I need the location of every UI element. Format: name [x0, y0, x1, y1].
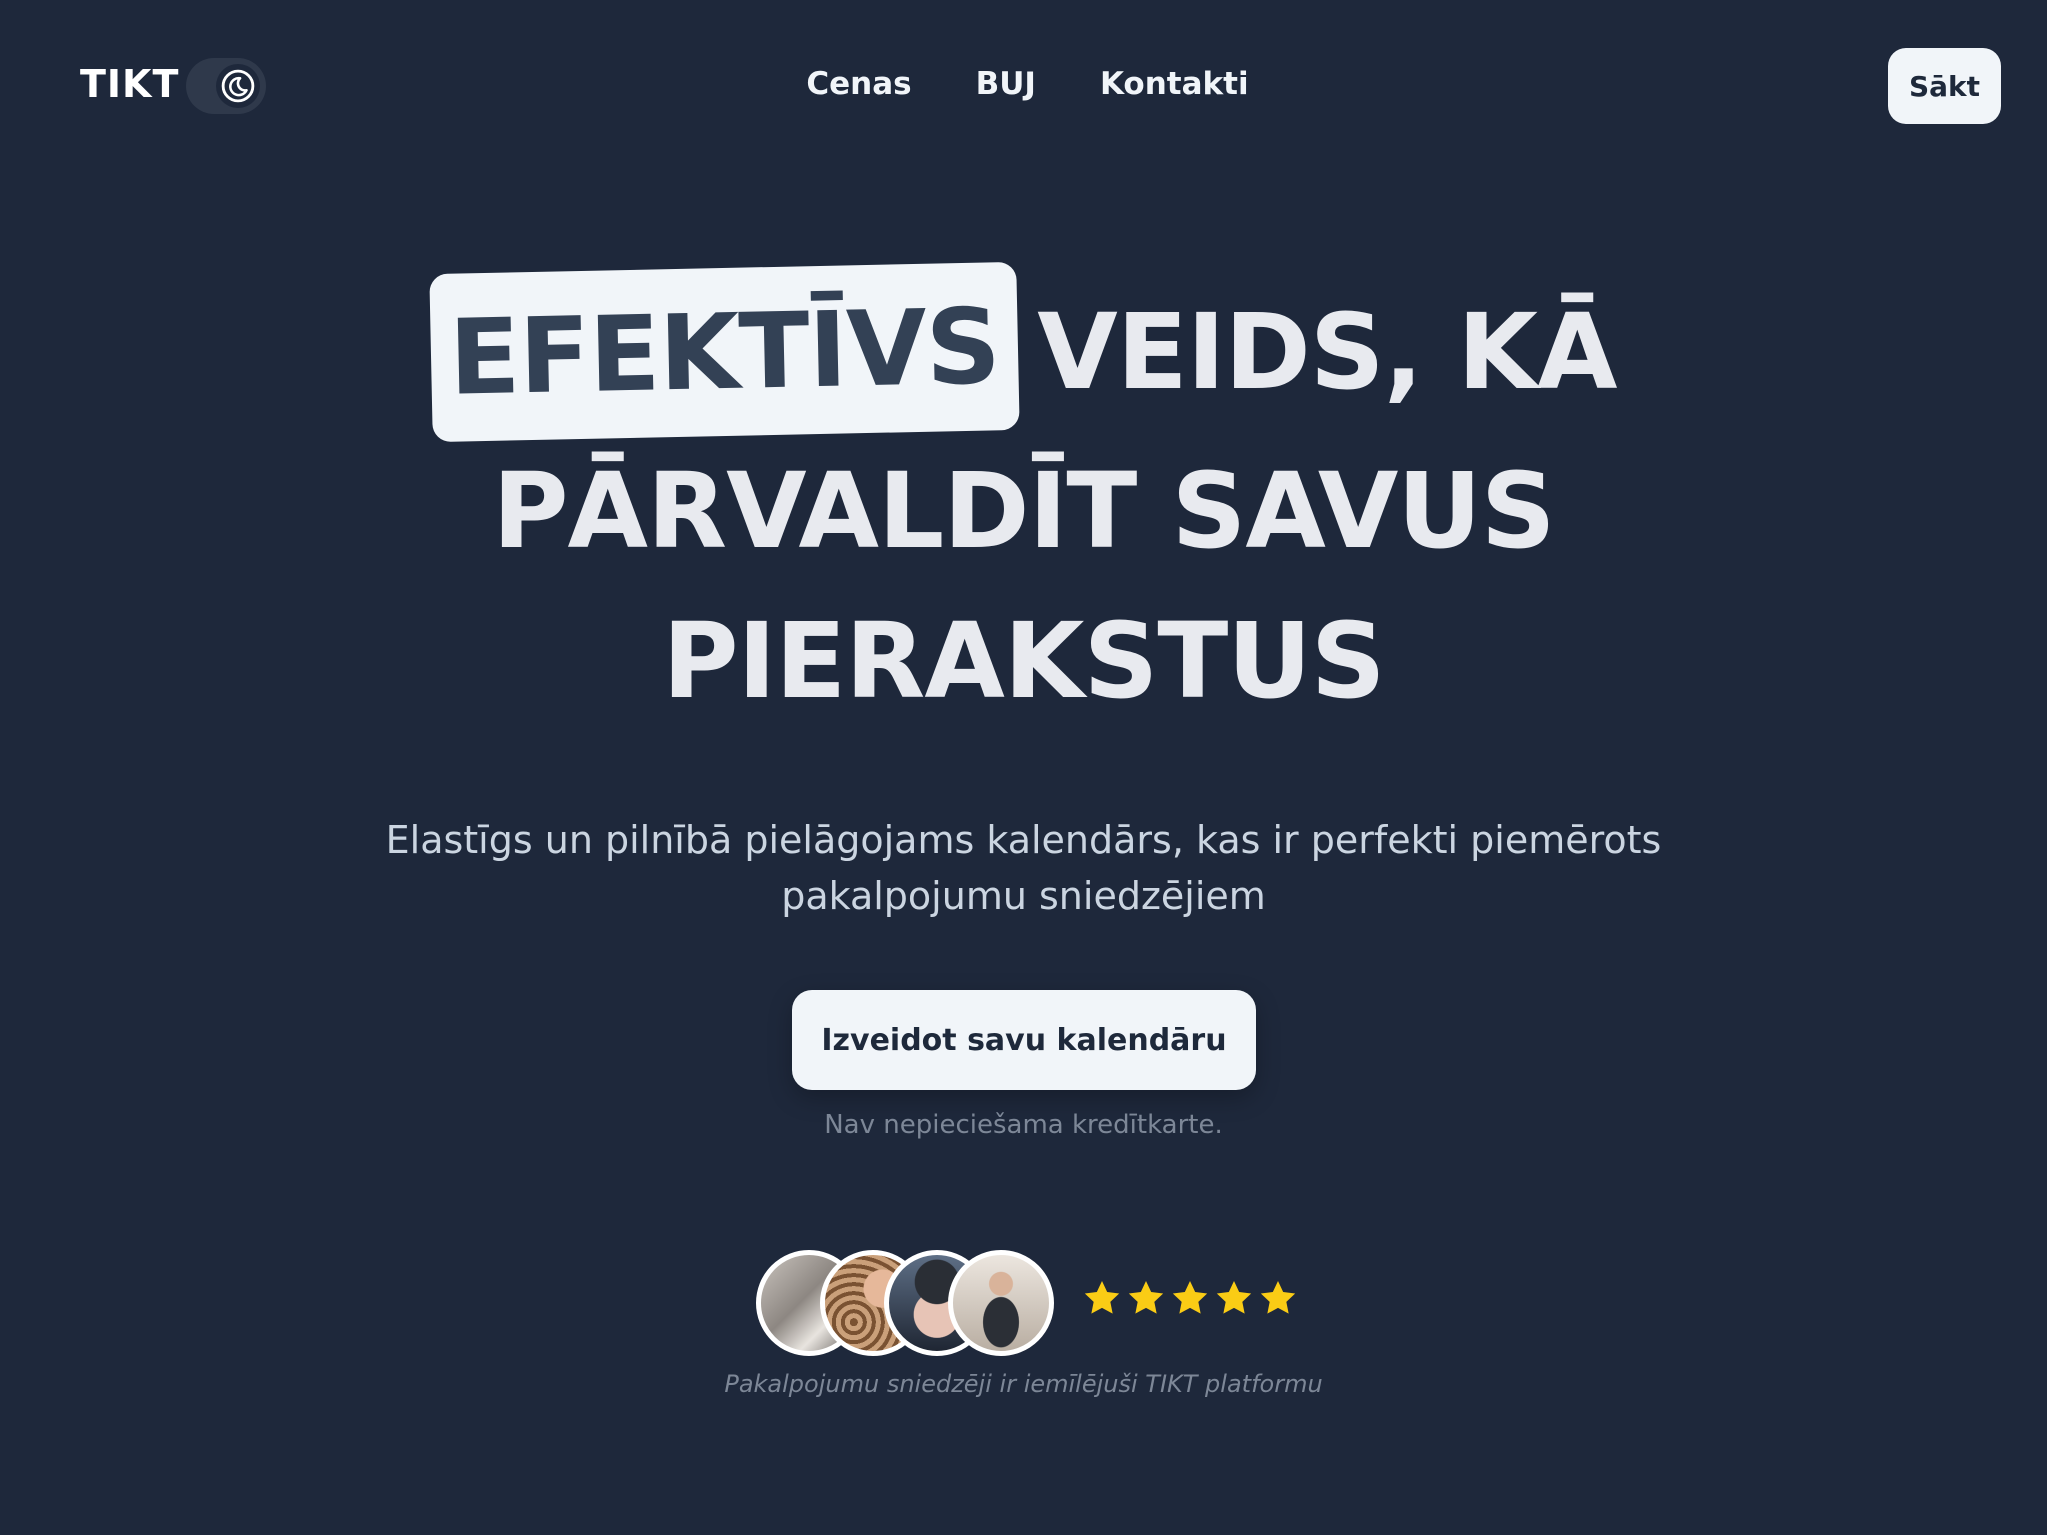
star-icon — [1216, 1281, 1252, 1314]
landing-page: TIKT Cenas BUJ Kontakti Sākt EFEKTĪVS VEI… — [0, 0, 2047, 1535]
nav-link-buj[interactable]: BUJ — [976, 66, 1036, 102]
avatar-group — [756, 1250, 1056, 1360]
social-proof-text: Pakalpojumu sniedzēji ir iemīlējuši TIKT… — [724, 1370, 1323, 1398]
start-button[interactable]: Sākt — [1888, 48, 2001, 124]
rating-stars — [1082, 1278, 1298, 1318]
star-icon — [1172, 1281, 1208, 1314]
hero-title: EFEKTĪVS VEIDS, KĀ PĀRVALDĪT SAVUS PIERAK… — [0, 261, 2047, 736]
hero-line-2: PĀRVALDĪT SAVUS — [492, 450, 1555, 572]
avatar — [948, 1250, 1054, 1356]
hero-highlight: EFEKTĪVS — [428, 261, 1019, 443]
create-calendar-button[interactable]: Izveidot savu kalendāru — [792, 990, 1256, 1090]
hero-line-1: EFEKTĪVS VEIDS, KĀ — [0, 261, 2047, 443]
hero-line-3: PIERAKSTUS — [662, 600, 1385, 722]
no-credit-card-note: Nav nepieciešama kredītkarte. — [824, 1110, 1223, 1140]
nav-link-kontakti[interactable]: Kontakti — [1100, 66, 1249, 102]
hero-subtitle: Elastīgs un pilnībā pielāgojams kalendār… — [385, 818, 1662, 918]
star-icon — [1260, 1281, 1296, 1314]
star-icon — [1084, 1281, 1120, 1314]
hero-line-1-rest: VEIDS, KĀ — [1037, 291, 1617, 413]
nav-link-cenas[interactable]: Cenas — [806, 66, 911, 102]
star-icon — [1128, 1281, 1164, 1314]
main-nav: Cenas BUJ Kontakti — [0, 66, 2047, 102]
